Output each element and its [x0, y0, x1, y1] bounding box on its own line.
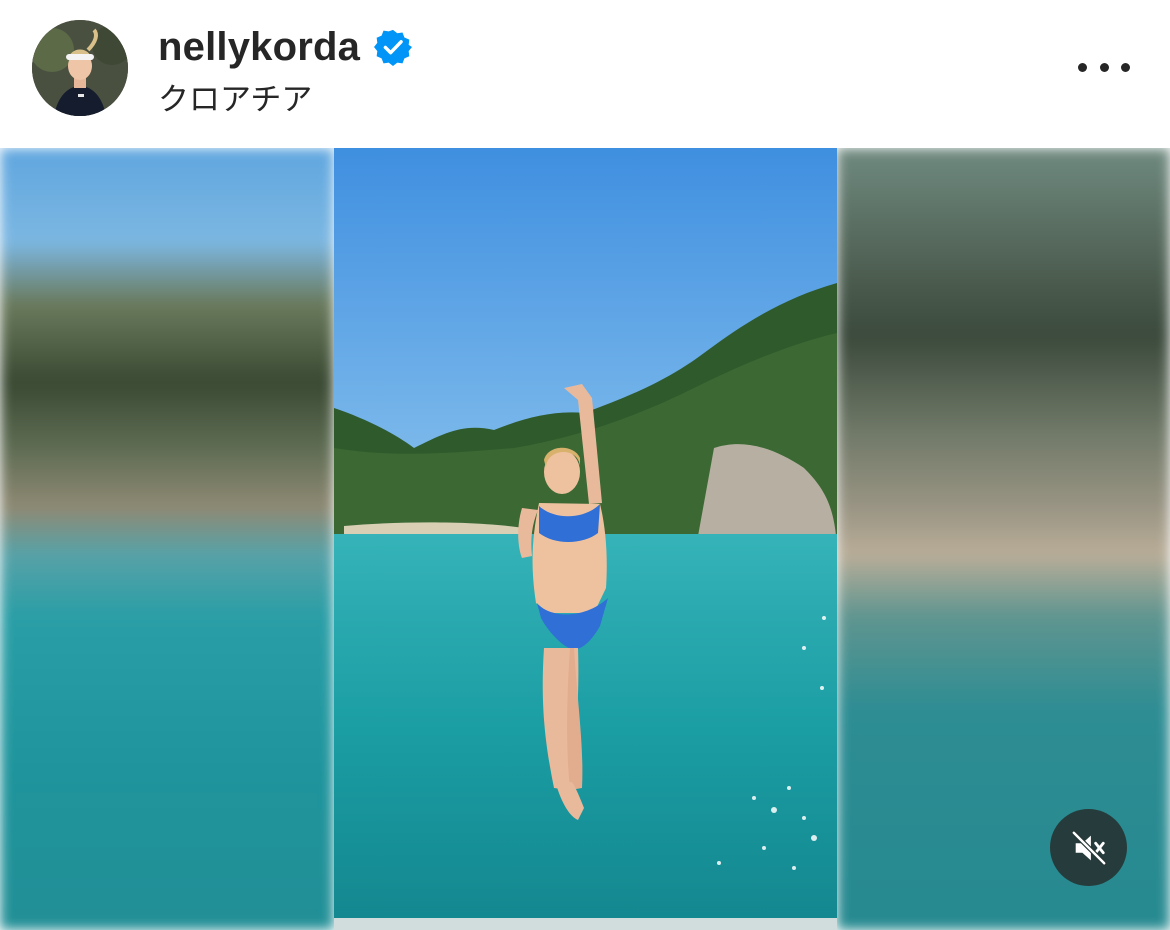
verified-badge-icon: [374, 28, 413, 66]
video-frame: [334, 148, 837, 930]
more-options-icon[interactable]: [1076, 52, 1132, 82]
video-scene: [334, 148, 837, 930]
post-header: nellykorda クロアチア: [0, 0, 1170, 148]
post-video[interactable]: [0, 148, 1170, 930]
username[interactable]: nellykorda: [158, 25, 360, 70]
speaker-muted-icon: [1070, 829, 1107, 866]
blurred-backdrop-right: [837, 148, 1170, 930]
avatar-image: [32, 20, 128, 116]
location-tag[interactable]: クロアチア: [158, 74, 312, 119]
profile-avatar[interactable]: [32, 20, 128, 116]
blurred-backdrop-left: [0, 148, 334, 930]
mute-toggle-button[interactable]: [1050, 809, 1127, 886]
username-row: nellykorda: [158, 22, 413, 72]
